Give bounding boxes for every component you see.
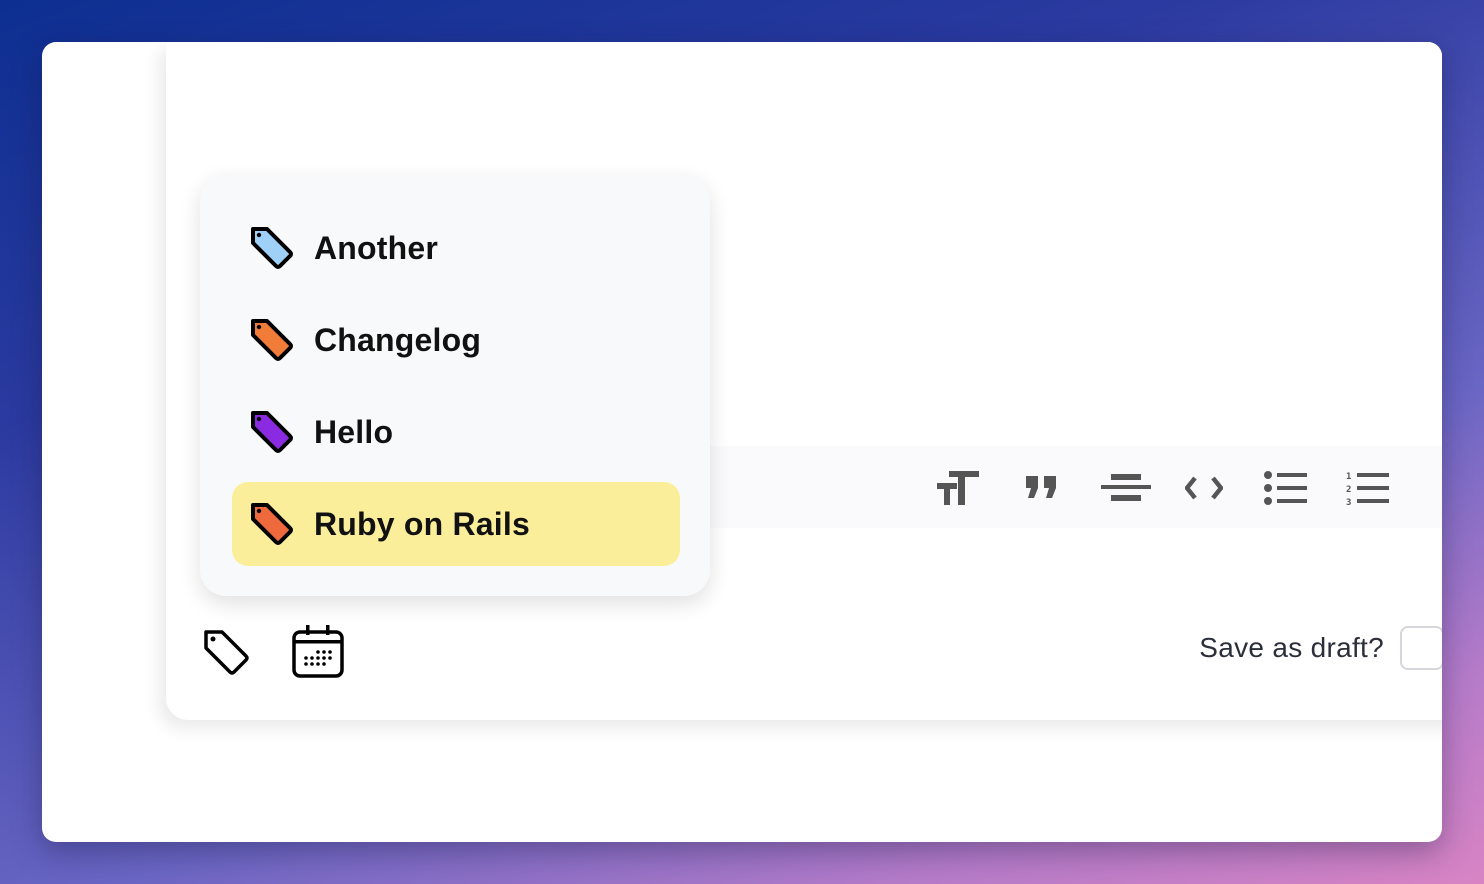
tag-option-ruby-on-rails[interactable]: Ruby on Rails (232, 482, 680, 566)
calendar-icon (292, 625, 344, 678)
tag-label: Changelog (314, 321, 482, 358)
tag-picker-dropdown: Another Changelog Hello Ruby on Rails (200, 174, 710, 596)
tag-icon (251, 319, 293, 361)
tag-icon (204, 630, 249, 675)
app-window: 1 2 3 Save as draft? Another Changelog H… (42, 42, 1442, 842)
save-as-draft: Save as draft? (1199, 626, 1442, 670)
quote-icon (1026, 476, 1056, 498)
svg-text:2: 2 (1346, 485, 1351, 495)
numbered-list-icon: 1 2 3 (1346, 472, 1389, 505)
strikethrough-icon (1101, 474, 1151, 501)
add-tag-button[interactable] (200, 626, 252, 683)
tag-icon (251, 411, 293, 453)
tag-icon (251, 503, 293, 545)
quote-button[interactable] (1020, 470, 1064, 506)
tag-option-another[interactable]: Another (232, 206, 680, 290)
tag-label: Another (314, 229, 439, 266)
code-button[interactable] (1182, 470, 1226, 506)
text-size-icon (937, 471, 979, 505)
draft-checkbox[interactable] (1400, 626, 1442, 670)
code-icon (1185, 476, 1223, 500)
tag-option-hello[interactable]: Hello (232, 390, 680, 474)
svg-text:1: 1 (1346, 472, 1351, 482)
draft-label: Save as draft? (1199, 632, 1384, 663)
bullet-list-button[interactable] (1264, 470, 1308, 506)
tag-label: Hello (314, 413, 394, 450)
numbered-list-button[interactable]: 1 2 3 (1346, 470, 1390, 506)
schedule-button[interactable] (290, 622, 346, 685)
tag-label: Ruby on Rails (314, 505, 530, 542)
svg-text:3: 3 (1346, 498, 1351, 505)
bullet-list-icon (1264, 471, 1307, 505)
tag-icon (251, 227, 293, 269)
formatting-toolbar: 1 2 3 (686, 446, 1442, 528)
text-size-button[interactable] (936, 470, 980, 506)
tag-option-changelog[interactable]: Changelog (232, 298, 680, 382)
strikethrough-button[interactable] (1100, 470, 1152, 506)
